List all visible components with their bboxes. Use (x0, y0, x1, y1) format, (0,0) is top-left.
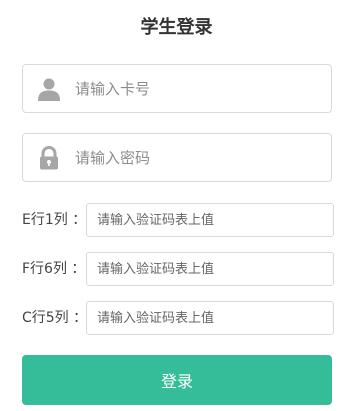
captcha-label-3: C行5列 ： (22, 310, 88, 326)
captcha-row-1: E行1列 ： (22, 203, 334, 237)
captcha-input-3[interactable] (86, 301, 334, 335)
captcha-row-2: F行6列 ： (22, 252, 334, 286)
page-title: 学生登录 (140, 17, 213, 38)
login-button[interactable]: 登录 (22, 355, 332, 405)
captcha-input-1[interactable] (86, 203, 334, 237)
user-icon (37, 77, 61, 101)
captcha-input-2[interactable] (86, 252, 334, 286)
captcha-label-2: F行6列 ： (22, 261, 86, 277)
card-number-field[interactable] (22, 64, 332, 113)
password-field[interactable] (22, 133, 332, 182)
card-number-input[interactable] (75, 65, 325, 112)
captcha-label-1: E行1列 ： (22, 212, 87, 228)
password-input[interactable] (75, 134, 325, 181)
lock-icon (37, 145, 61, 170)
captcha-row-3: C行5列 ： (22, 301, 334, 335)
login-form: 学生登录 E行1列 ： F行6列 ： C行5列 ： (0, 0, 353, 411)
